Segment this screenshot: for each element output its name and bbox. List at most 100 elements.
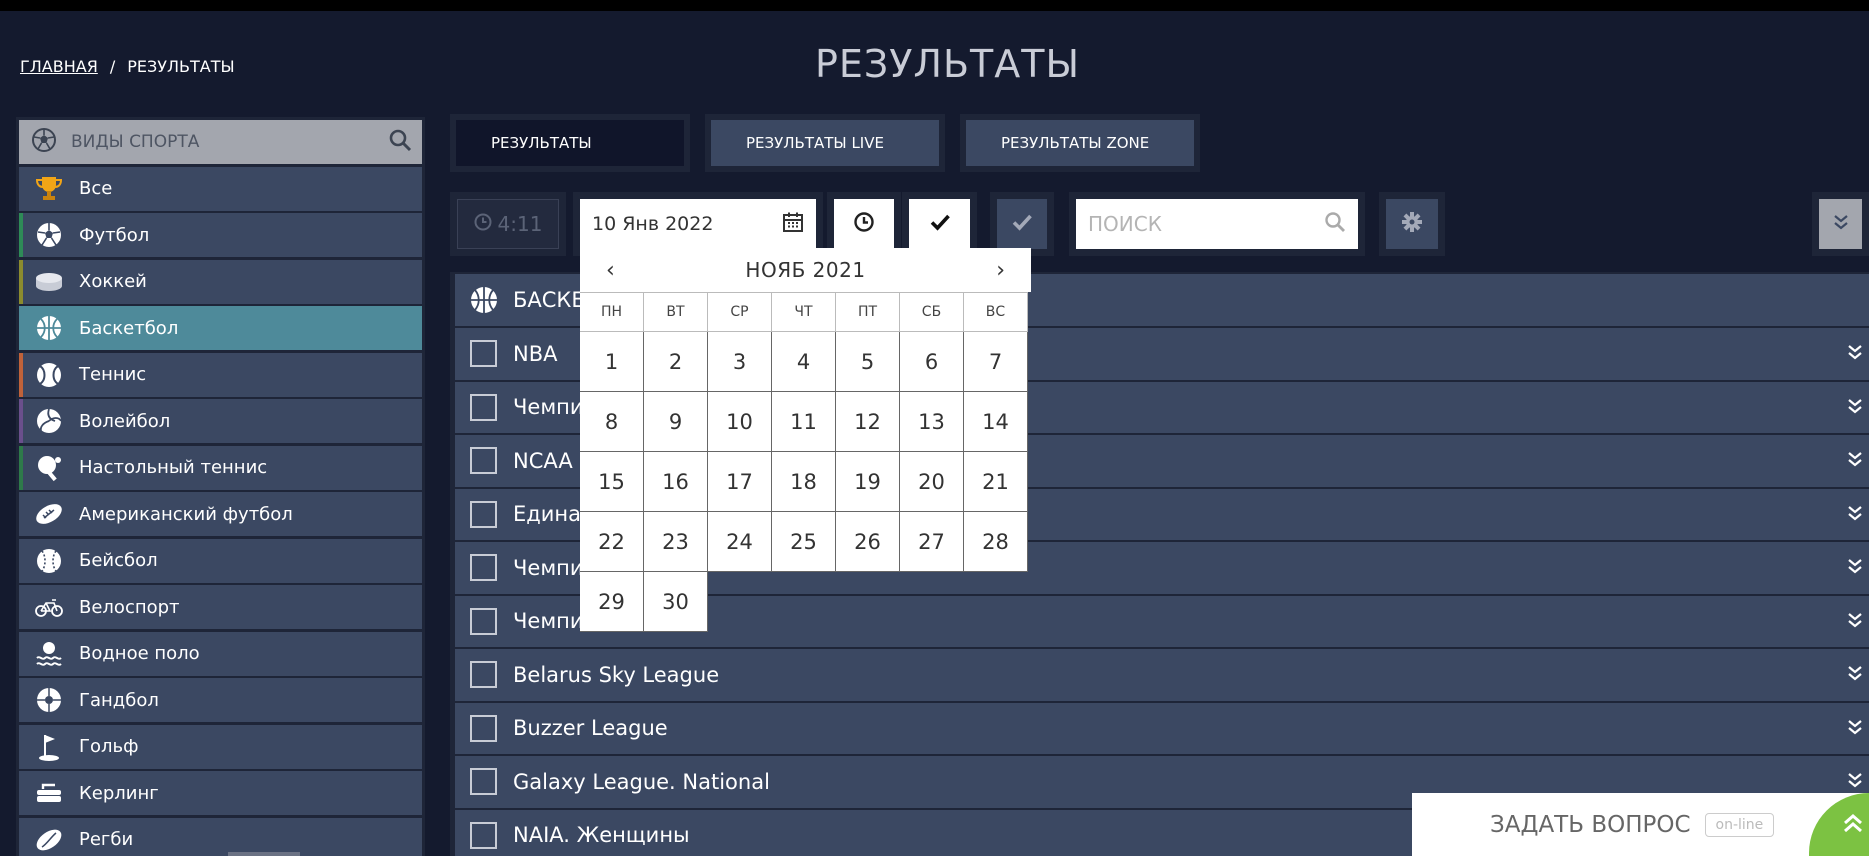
calendar-day[interactable]: 22 <box>580 512 644 572</box>
calendar-day[interactable]: 19 <box>836 452 900 512</box>
time-filter-button[interactable] <box>827 192 901 256</box>
sidebar-item[interactable]: Настольный теннис <box>19 445 422 490</box>
apply-date-button[interactable] <box>902 192 977 256</box>
double-chevron-down-icon[interactable] <box>1847 663 1863 687</box>
calendar-day[interactable]: 18 <box>772 452 836 512</box>
calendar-month-title[interactable]: НОЯБ 2021 <box>745 258 865 282</box>
double-chevron-down-icon[interactable] <box>1847 503 1863 527</box>
calendar-day[interactable]: 3 <box>708 332 772 392</box>
league-checkbox[interactable] <box>470 340 497 368</box>
sidebar-item[interactable]: Американский футбол <box>19 492 422 536</box>
sports-list: Все Футбол Хоккей Баскетбол Теннис Волейбол На… <box>19 166 422 856</box>
sidebar-item[interactable]: Теннис <box>19 352 422 397</box>
next-month-button[interactable]: › <box>996 258 1005 283</box>
select-all-button[interactable] <box>990 192 1054 256</box>
league-checkbox[interactable] <box>470 714 497 742</box>
double-chevron-down-icon[interactable] <box>1847 770 1863 794</box>
league-row[interactable]: Buzzer League <box>455 702 1869 754</box>
tab-results[interactable]: РЕЗУЛЬТАТЫ <box>450 114 690 172</box>
sidebar-item[interactable]: Все <box>19 166 422 211</box>
league-checkbox[interactable] <box>470 500 497 528</box>
sidebar-item-label: Волейбол <box>79 410 171 432</box>
sidebar-item[interactable]: Гольф <box>19 724 422 769</box>
sidebar-item[interactable]: Регби <box>19 817 422 856</box>
sidebar-item[interactable]: Баскетбол <box>19 306 422 350</box>
calendar-day[interactable]: 2 <box>644 332 708 392</box>
double-chevron-down-icon[interactable] <box>1847 396 1863 420</box>
date-value: 10 Янв 2022 <box>592 213 714 235</box>
calendar-day[interactable]: 28 <box>964 512 1028 572</box>
basketball-icon <box>469 285 499 315</box>
calendar-day[interactable]: 23 <box>644 512 708 572</box>
prev-month-button[interactable]: ‹ <box>606 258 615 283</box>
calendar-day[interactable]: 17 <box>708 452 772 512</box>
sidebar-item[interactable]: Хоккей <box>19 259 422 304</box>
handball-icon <box>33 684 65 716</box>
tab-results-live[interactable]: РЕЗУЛЬТАТЫ LIVE <box>705 114 945 172</box>
calendar-day[interactable]: 11 <box>772 392 836 452</box>
league-checkbox[interactable] <box>470 447 497 475</box>
calendar-day[interactable]: 26 <box>836 512 900 572</box>
calendar-day[interactable]: 7 <box>964 332 1028 392</box>
league-checkbox[interactable] <box>470 661 497 689</box>
clock-icon <box>474 212 492 236</box>
calendar-day[interactable]: 4 <box>772 332 836 392</box>
tab-results-zone-label: РЕЗУЛЬТАТЫ ZONE <box>966 120 1194 166</box>
league-checkbox[interactable] <box>470 393 497 421</box>
sidebar-item[interactable]: Волейбол <box>19 399 422 443</box>
calendar-day[interactable]: 9 <box>644 392 708 452</box>
search-icon[interactable] <box>388 128 412 156</box>
double-chevron-down-icon[interactable] <box>1847 449 1863 473</box>
league-checkbox[interactable] <box>470 607 497 635</box>
calendar-day[interactable]: 10 <box>708 392 772 452</box>
sidebar-item-label: Гольф <box>79 736 139 757</box>
calendar-day[interactable]: 14 <box>964 392 1028 452</box>
calendar-day[interactable]: 21 <box>964 452 1028 512</box>
sports-search-bar[interactable]: ВИДЫ СПОРТА <box>19 120 422 164</box>
calendar-icon[interactable] <box>782 211 804 238</box>
calendar-day[interactable]: 6 <box>900 332 964 392</box>
league-checkbox[interactable] <box>470 554 497 582</box>
time-value: 4:11 <box>497 212 543 236</box>
league-checkbox[interactable] <box>470 768 497 796</box>
sidebar-item[interactable]: Бейсбол <box>19 538 422 583</box>
double-chevron-down-icon[interactable] <box>1847 342 1863 366</box>
tab-results-zone[interactable]: РЕЗУЛЬТАТЫ ZONE <box>960 114 1200 172</box>
calendar-day[interactable]: 30 <box>644 572 708 632</box>
calendar-day[interactable]: 8 <box>580 392 644 452</box>
calendar-day[interactable]: 25 <box>772 512 836 572</box>
calendar-day[interactable]: 24 <box>708 512 772 572</box>
settings-button[interactable] <box>1379 192 1445 256</box>
double-chevron-down-icon[interactable] <box>1847 717 1863 741</box>
search-icon[interactable] <box>1324 211 1346 237</box>
calendar-day[interactable]: 5 <box>836 332 900 392</box>
sidebar-item-label: Бейсбол <box>79 550 158 571</box>
double-chevron-down-icon[interactable] <box>1847 556 1863 580</box>
calendar-day[interactable]: 15 <box>580 452 644 512</box>
collapse-all-button[interactable] <box>1812 192 1869 256</box>
calendar-day[interactable]: 29 <box>580 572 644 632</box>
calendar-day[interactable]: 13 <box>900 392 964 452</box>
double-chevron-down-icon[interactable] <box>1847 610 1863 634</box>
league-row[interactable]: Belarus Sky League <box>455 649 1869 701</box>
sidebar-item[interactable]: Керлинг <box>19 771 422 815</box>
sidebar-item[interactable]: Гандбол <box>19 678 422 722</box>
calendar-day[interactable]: 27 <box>900 512 964 572</box>
sidebar-item[interactable]: Футбол <box>19 213 422 257</box>
calendar-day[interactable]: 12 <box>836 392 900 452</box>
calendar-day[interactable]: 1 <box>580 332 644 392</box>
sidebar-item[interactable]: Водное поло <box>19 631 422 676</box>
horizontal-scrollbar[interactable] <box>228 852 300 856</box>
calendar-day[interactable]: 20 <box>900 452 964 512</box>
calendar-day[interactable]: 16 <box>644 452 708 512</box>
water-polo-icon <box>33 638 65 670</box>
sidebar-item[interactable]: Велоспорт <box>19 585 422 629</box>
double-chevron-down-icon <box>1833 213 1849 235</box>
league-checkbox[interactable] <box>470 821 497 849</box>
top-bar <box>0 0 1869 11</box>
results-search[interactable]: ПОИСК <box>1069 192 1365 256</box>
search-input[interactable]: ПОИСК <box>1088 212 1162 236</box>
scroll-top-button[interactable] <box>1809 793 1869 856</box>
date-picker-field[interactable]: 10 Янв 2022 <box>573 192 823 256</box>
chat-widget[interactable]: ЗАДАТЬ ВОПРОС on-line <box>1412 793 1869 856</box>
